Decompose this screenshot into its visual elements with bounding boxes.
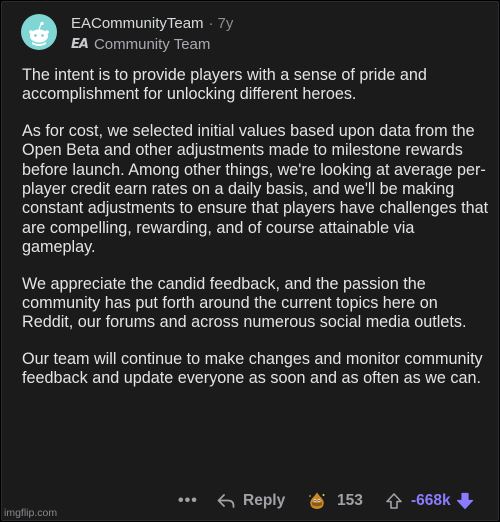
avatar[interactable] (21, 14, 57, 50)
comment-paragraph: Our team will continue to make changes a… (22, 349, 483, 388)
vote-score: -668k (411, 492, 451, 509)
comment-paragraph: The intent is to provide players with a … (22, 66, 427, 104)
vote-controls: -668k (385, 488, 474, 514)
award-button[interactable]: 153 (307, 488, 363, 514)
user-flair: EA Community Team (71, 36, 233, 54)
upvote-arrow-icon[interactable] (385, 492, 403, 510)
reply-arrow-icon (217, 494, 235, 508)
award-coin-icon (307, 491, 327, 511)
snoo-avatar-icon (29, 21, 49, 46)
award-count: 153 (337, 492, 363, 509)
comment-header: EACommunityTeam · 7y EA Community Team (21, 14, 233, 54)
watermark-text: imgflip.com (4, 507, 58, 519)
more-options-button[interactable]: ••• (178, 488, 198, 514)
comment-age: 7y (217, 15, 234, 32)
comment-paragraph: As for cost, we selected initial values … (22, 121, 489, 257)
author-line: EACommunityTeam · 7y (71, 15, 233, 33)
username[interactable]: EACommunityTeam (71, 15, 204, 32)
downvote-arrow-icon[interactable] (456, 492, 474, 510)
ea-logo-icon: EA (71, 37, 89, 52)
flair-text: Community Team (93, 36, 211, 53)
reply-label: Reply (243, 492, 286, 509)
reply-button[interactable]: Reply (217, 488, 285, 514)
comment-actions: ••• Reply 153 -668k (2, 488, 498, 514)
comment-paragraph: We appreciate the candid feedback, and t… (22, 274, 467, 332)
comment-card: EACommunityTeam · 7y EA Community Team The… (1, 1, 499, 521)
comment-body: The intent is to provide players with a … (22, 66, 492, 406)
more-options-label: ••• (178, 492, 198, 509)
comment-meta: EACommunityTeam · 7y EA Community Team (71, 15, 233, 54)
meta-separator: · (208, 15, 214, 32)
